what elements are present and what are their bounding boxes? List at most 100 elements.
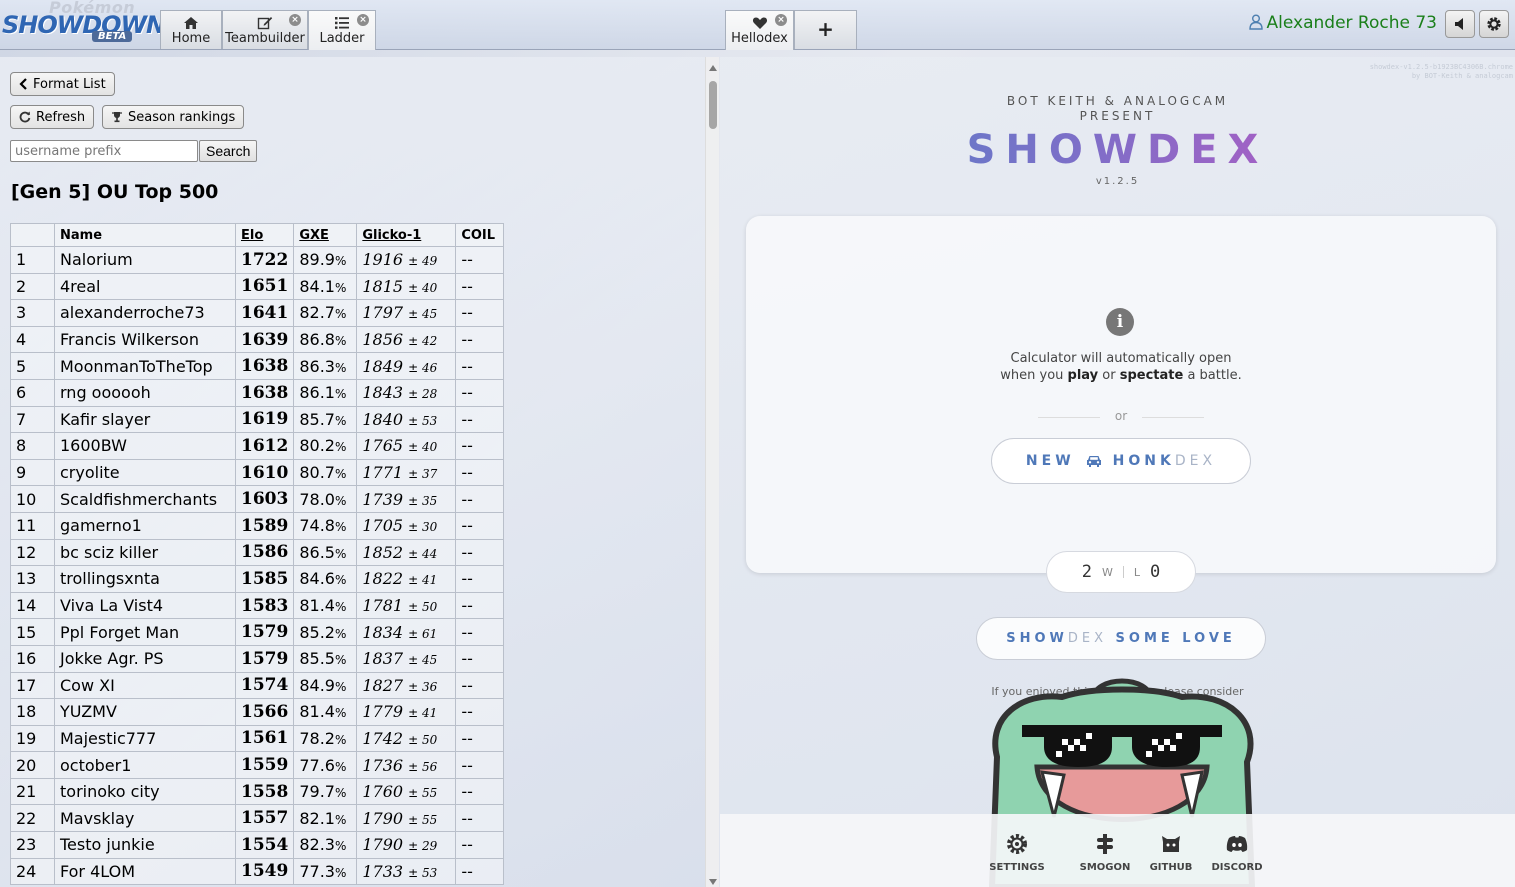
coil-cell: --	[455, 378, 505, 407]
refresh-button[interactable]: Refresh	[10, 105, 95, 129]
car-icon	[1086, 456, 1101, 467]
season-rankings-button[interactable]: Season rankings	[102, 105, 245, 129]
calculator-message-line2: when you play or spectate a battle.	[1000, 368, 1242, 383]
sound-button[interactable]	[1445, 10, 1475, 38]
coil-cell: --	[455, 538, 505, 567]
calculator-message-line1: Calculator will automatically open	[1010, 351, 1232, 366]
rank-cell: 21	[10, 777, 55, 806]
glicko-cell: 1790 ± 55	[356, 804, 457, 833]
tab-hellodex[interactable]: Hellodex ×	[725, 10, 794, 50]
search-button[interactable]: Search	[199, 140, 258, 162]
username-display[interactable]: Alexander Roche 73	[1248, 13, 1437, 33]
coil-cell: --	[455, 831, 505, 859]
close-teambuilder-icon[interactable]: ×	[289, 14, 301, 26]
player-name-link[interactable]: torinoko city	[54, 777, 236, 806]
player-name-link[interactable]: MoonmanToTheTop	[54, 352, 236, 380]
player-name-link[interactable]: Cow XI	[54, 671, 236, 700]
github-label: GITHUB	[1149, 862, 1193, 873]
glicko-cell: 1705 ± 30	[356, 511, 457, 540]
close-hellodex-icon[interactable]: ×	[775, 14, 787, 26]
coil-cell: --	[455, 804, 505, 833]
col-coil-header: COIL	[455, 223, 505, 247]
scroll-up-arrow[interactable]	[709, 65, 717, 71]
ladder-row: 4 Francis Wilkerson 1639 86.8% 1856 ± 42 --	[10, 325, 505, 354]
ladder-header-row: Name Elo GXE Glicko-1 COIL	[10, 223, 505, 247]
player-name-link[interactable]: Testo junkie	[54, 831, 236, 859]
col-elo-header[interactable]: Elo	[234, 223, 295, 247]
calculator-message: Calculator will automatically open when …	[746, 350, 1496, 384]
ladder-row: 14 Viva La Vist4 1583 81.4% 1781 ± 50 --	[10, 591, 505, 620]
ladder-row: 10 Scaldfishmerchants 1603 78.0% 1739 ± 35 --	[10, 485, 505, 513]
gear-icon	[1007, 834, 1027, 854]
ladder-row: 19 Majestic777 1561 78.2% 1742 ± 50 --	[10, 724, 505, 753]
coil-cell: --	[455, 246, 505, 274]
gxe-cell: 77.6%	[293, 751, 358, 779]
gxe-cell: 81.4%	[293, 698, 358, 726]
player-name-link[interactable]: Jokke Agr. PS	[54, 644, 236, 673]
col-gxe-header[interactable]: GXE	[293, 223, 358, 247]
chevron-left-icon	[19, 78, 27, 90]
scroll-thumb[interactable]	[709, 81, 717, 129]
coil-cell: --	[455, 511, 505, 540]
glicko-cell: 1827 ± 36	[356, 671, 457, 700]
player-name-link[interactable]: Scaldfishmerchants	[54, 485, 236, 513]
new-label: NEW	[1025, 453, 1075, 469]
gxe-cell: 84.9%	[293, 671, 358, 700]
refresh-label: Refresh	[36, 109, 86, 125]
gxe-cell: 89.9%	[293, 246, 358, 274]
new-honkdex-button[interactable]: NEW HONKDEX	[991, 438, 1251, 484]
smogon-link[interactable]: SMOGON	[1070, 832, 1140, 873]
player-name-link[interactable]: Viva La Vist4	[54, 591, 236, 620]
player-name-link[interactable]: For 4LOM	[54, 857, 236, 886]
settings-label: SETTINGS	[989, 862, 1045, 873]
player-name-link[interactable]: rng oooooh	[54, 378, 236, 407]
tab-teambuilder[interactable]: Teambuilder ×	[222, 10, 308, 49]
format-list-button[interactable]: Format List	[10, 72, 115, 96]
player-name-link[interactable]: Mavsklay	[54, 804, 236, 833]
glicko-cell: 1781 ± 50	[356, 591, 457, 620]
player-name-link[interactable]: Majestic777	[54, 724, 236, 753]
ladder-row: 3 alexanderroche73 1641 82.7% 1797 ± 45 --	[10, 299, 505, 327]
glicko-cell: 1849 ± 46	[356, 352, 457, 380]
player-name-link[interactable]: 1600BW	[54, 432, 236, 460]
gxe-cell: 85.7%	[293, 405, 358, 434]
col-glicko-header[interactable]: Glicko-1	[356, 223, 457, 247]
player-name-link[interactable]: cryolite	[54, 458, 236, 487]
player-name-link[interactable]: alexanderroche73	[54, 299, 236, 327]
close-ladder-icon[interactable]: ×	[357, 14, 369, 26]
new-tab-button[interactable]: +	[794, 10, 857, 49]
github-icon	[1162, 836, 1180, 852]
show-some-love-button[interactable]: SHOW DEX SOME LOVE	[976, 617, 1266, 660]
showdown-logo[interactable]: Pokémon SHOWDOWN BETA	[2, 0, 166, 48]
player-name-link[interactable]: bc sciz killer	[54, 538, 236, 567]
player-name-link[interactable]: Ppl Forget Man	[54, 618, 236, 646]
glicko-cell: 1840 ± 53	[356, 405, 457, 434]
player-name-link[interactable]: YUZMV	[54, 698, 236, 726]
player-name-link[interactable]: Kafir slayer	[54, 405, 236, 434]
glicko-cell: 1843 ± 28	[356, 378, 457, 407]
ladder-scrollbar[interactable]	[705, 57, 719, 887]
tab-ladder[interactable]: Ladder ×	[308, 10, 376, 50]
gxe-cell: 86.1%	[293, 378, 358, 407]
player-name-link[interactable]: gamerno1	[54, 511, 236, 540]
tab-home[interactable]: Home	[160, 10, 222, 49]
col-name-header: Name	[54, 223, 236, 247]
player-name-link[interactable]: Francis Wilkerson	[54, 325, 236, 354]
build-tag-line1: showdex-v1.2.5-b1923BC4306B.chrome	[1369, 63, 1513, 71]
scroll-down-arrow[interactable]	[709, 879, 717, 885]
settings-link[interactable]: SETTINGS	[982, 832, 1052, 873]
username-search-input[interactable]	[10, 140, 198, 162]
ladder-row: 9 cryolite 1610 80.7% 1771 ± 37 --	[10, 458, 505, 487]
github-link[interactable]: GITHUB	[1136, 832, 1206, 873]
ladder-row: 7 Kafir slayer 1619 85.7% 1840 ± 53 --	[10, 405, 505, 434]
tab-hellodex-label: Hellodex	[731, 31, 788, 46]
player-name-link[interactable]: Nalorium	[54, 246, 236, 274]
discord-link[interactable]: DISCORD	[1202, 832, 1272, 873]
gxe-cell: 84.6%	[293, 565, 358, 593]
options-button[interactable]	[1479, 10, 1509, 38]
player-name-link[interactable]: trollingsxnta	[54, 565, 236, 593]
player-name-link[interactable]: 4real	[54, 272, 236, 301]
rank-cell: 14	[10, 591, 55, 620]
format-list-label: Format List	[33, 76, 106, 92]
player-name-link[interactable]: october1	[54, 751, 236, 779]
